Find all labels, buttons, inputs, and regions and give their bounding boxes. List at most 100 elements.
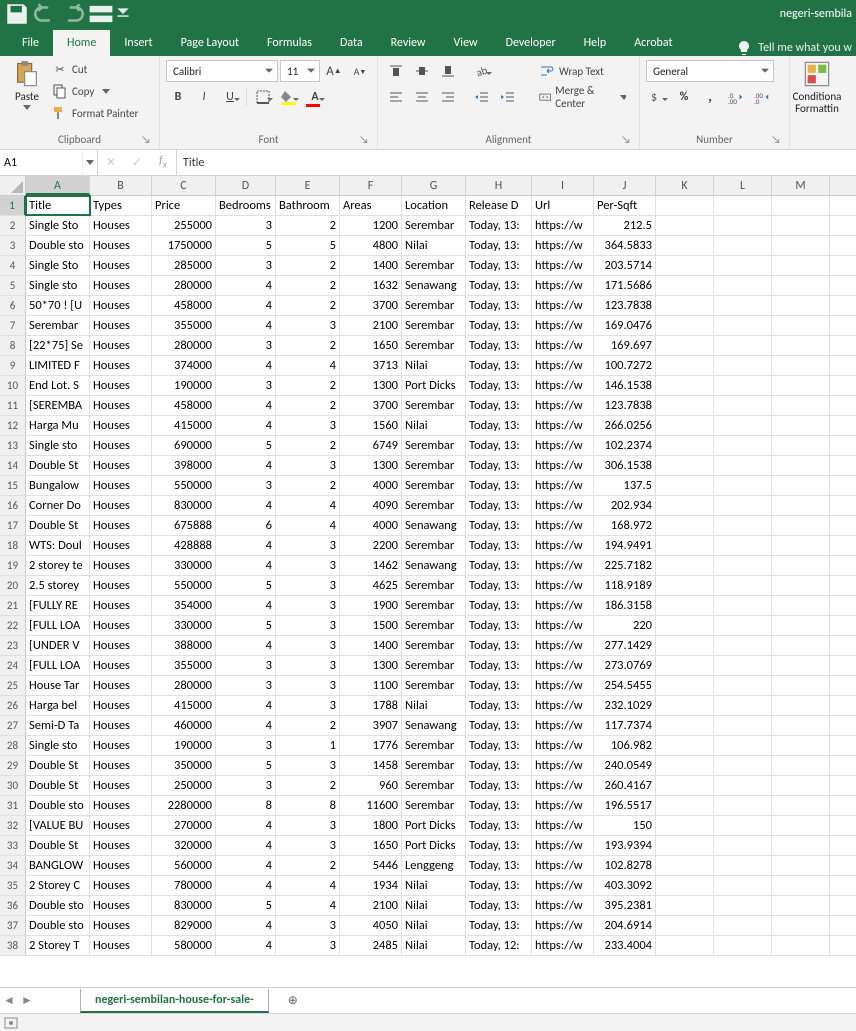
cell[interactable]	[656, 356, 714, 375]
cell[interactable]: 4	[216, 596, 276, 615]
cell[interactable]: Today, 13:	[466, 756, 532, 775]
cell[interactable]: 1560	[340, 416, 402, 435]
cell[interactable]	[714, 456, 772, 475]
cell[interactable]: 2	[276, 256, 340, 275]
cell[interactable]: Today, 13:	[466, 416, 532, 435]
cell[interactable]: Today, 13:	[466, 356, 532, 375]
align-middle-button[interactable]	[410, 60, 434, 82]
cell[interactable]	[772, 416, 830, 435]
cell[interactable]: 3	[276, 616, 340, 635]
cell[interactable]: Houses	[90, 436, 152, 455]
cell[interactable]: 2	[276, 336, 340, 355]
cell[interactable]: 2	[276, 776, 340, 795]
cell[interactable]: 102.8278	[594, 856, 656, 875]
cell[interactable]: 3	[276, 696, 340, 715]
cell[interactable]: 1788	[340, 696, 402, 715]
qat-customize-button[interactable]	[116, 2, 130, 26]
cell[interactable]: https://w	[532, 816, 594, 835]
cell[interactable]	[656, 456, 714, 475]
row-header[interactable]: 14	[0, 456, 26, 475]
cell[interactable]	[714, 636, 772, 655]
cell[interactable]: 4	[216, 696, 276, 715]
cell[interactable]: 4	[216, 556, 276, 575]
cell[interactable]	[656, 716, 714, 735]
cell[interactable]: Houses	[90, 656, 152, 675]
cell[interactable]	[714, 216, 772, 235]
cancel-formula-button[interactable]: ✕	[98, 150, 124, 175]
redo-button[interactable]	[60, 2, 86, 26]
row-header[interactable]: 13	[0, 436, 26, 455]
row-header[interactable]: 6	[0, 296, 26, 315]
cell[interactable]: Houses	[90, 376, 152, 395]
align-bottom-button[interactable]	[436, 60, 460, 82]
cell[interactable]: 169.0476	[594, 316, 656, 335]
cell[interactable]	[656, 556, 714, 575]
cell[interactable]: 4	[216, 396, 276, 415]
cell[interactable]: Today, 13:	[466, 896, 532, 915]
tab-acrobat[interactable]: Acrobat	[620, 30, 686, 56]
cell[interactable]: https://w	[532, 856, 594, 875]
column-header-C[interactable]: C	[152, 176, 216, 195]
row-header[interactable]: 15	[0, 476, 26, 495]
cell[interactable]: Houses	[90, 356, 152, 375]
cell[interactable]: 3	[276, 576, 340, 595]
cell[interactable]	[772, 556, 830, 575]
cell[interactable]: https://w	[532, 676, 594, 695]
cell[interactable]: 260.4167	[594, 776, 656, 795]
cell[interactable]	[772, 856, 830, 875]
cell[interactable]: [FULLY RE	[26, 596, 90, 615]
cell[interactable]: 3	[216, 736, 276, 755]
cell[interactable]: 150	[594, 816, 656, 835]
cell[interactable]: Types	[90, 196, 152, 215]
cell[interactable]: [FULL LOA	[26, 616, 90, 635]
name-box-dropdown[interactable]	[82, 150, 97, 175]
row-header[interactable]: 8	[0, 336, 26, 355]
cell[interactable]	[714, 376, 772, 395]
conditional-formatting-button[interactable]: Conditiona Formattin	[796, 58, 838, 115]
cell[interactable]: Serembar	[402, 316, 466, 335]
cell[interactable]: https://w	[532, 736, 594, 755]
cell[interactable]	[656, 396, 714, 415]
decrease-font-button[interactable]: A▼	[348, 60, 372, 82]
cell[interactable]	[656, 876, 714, 895]
cell[interactable]: Serembar	[402, 616, 466, 635]
row-header[interactable]: 21	[0, 596, 26, 615]
cell[interactable]: 2 Storey T	[26, 936, 90, 955]
cell[interactable]	[714, 596, 772, 615]
cell[interactable]: 4	[216, 856, 276, 875]
cell[interactable]: 395.2381	[594, 896, 656, 915]
row-header[interactable]: 35	[0, 876, 26, 895]
sheet-nav-prev[interactable]: ◄	[0, 988, 18, 1013]
cell[interactable]: Url	[532, 196, 594, 215]
cell[interactable]: 118.9189	[594, 576, 656, 595]
row-header[interactable]: 31	[0, 796, 26, 815]
cell[interactable]: Houses	[90, 716, 152, 735]
cell[interactable]: [FULL LOA	[26, 656, 90, 675]
cell[interactable]: 1300	[340, 376, 402, 395]
cell[interactable]: Bungalow	[26, 476, 90, 495]
cell[interactable]: https://w	[532, 376, 594, 395]
column-header-K[interactable]: K	[656, 176, 714, 195]
cell[interactable]: 11600	[340, 796, 402, 815]
cell[interactable]: 3	[216, 656, 276, 675]
cell[interactable]: Houses	[90, 676, 152, 695]
cell[interactable]: 4	[276, 356, 340, 375]
decrease-indent-button[interactable]	[470, 86, 494, 108]
cell[interactable]: 280000	[152, 336, 216, 355]
cell[interactable]: Price	[152, 196, 216, 215]
cell[interactable]	[656, 616, 714, 635]
tab-file[interactable]: File	[8, 30, 53, 56]
cell[interactable]: [22*75] Se	[26, 336, 90, 355]
cell[interactable]: Double sto	[26, 896, 90, 915]
copy-button[interactable]: Copy	[52, 80, 138, 102]
cell[interactable]: 4050	[340, 916, 402, 935]
row-header[interactable]: 29	[0, 756, 26, 775]
cell[interactable]: Double sto	[26, 236, 90, 255]
cell[interactable]: 5	[216, 616, 276, 635]
cell[interactable]: 3	[276, 916, 340, 935]
cell[interactable]: 4090	[340, 496, 402, 515]
cell[interactable]: Today, 13:	[466, 876, 532, 895]
cell[interactable]: Single sto	[26, 736, 90, 755]
cell[interactable]	[714, 756, 772, 775]
cell[interactable]: 100.7272	[594, 356, 656, 375]
